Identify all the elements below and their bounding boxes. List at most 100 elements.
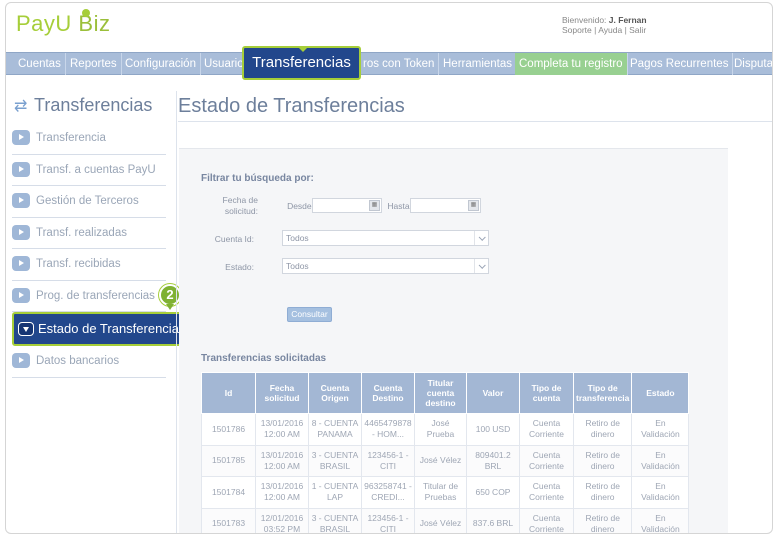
- nav-reportes[interactable]: Reportes: [66, 53, 122, 75]
- sidebar-item-datos-bancarios[interactable]: Datos bancarios: [12, 346, 166, 378]
- table-cell: En Validación: [631, 476, 690, 509]
- table-cell: José Vélez: [414, 507, 467, 533]
- play-arrow-icon: [12, 256, 30, 271]
- table-cell: Retiro de dinero: [572, 507, 633, 533]
- consultar-button[interactable]: Consultar: [287, 307, 332, 322]
- table-heading: Transferencias solicitadas: [201, 353, 327, 364]
- transfers-table: Id Fecha solicitud Cuenta Origen Cuenta …: [201, 372, 690, 533]
- app-window: PayU Biz Bienvenido: J. Fernan Soporte |…: [5, 2, 773, 534]
- estado-value: Todos: [286, 261, 309, 271]
- desde-date-input[interactable]: ▦: [312, 198, 382, 213]
- table-cell: 963258741 - CREDI...: [361, 476, 415, 509]
- table-row[interactable]: 1501785 13/01/2016 12:00 AM 3 - CUENTA BRA…: [201, 444, 690, 477]
- active-notch-icon: [297, 46, 309, 52]
- sidebar-item-label: Prog. de transferencias: [36, 289, 155, 302]
- sidebar-item-label: Transf. recibidas: [36, 258, 121, 270]
- sidebar-item-prog-transferencias[interactable]: Prog. de transferencias: [12, 281, 166, 312]
- chevron-down-icon: [18, 322, 34, 336]
- logo-dot-icon: [82, 9, 90, 17]
- table-cell: 100 USD: [466, 413, 520, 446]
- table-cell: Retiro de dinero: [572, 476, 633, 509]
- table-row[interactable]: 1501784 13/01/2016 12:00 AM 1 - CUENTA LAP…: [201, 476, 690, 509]
- table-cell: Cuenta Corriente: [519, 476, 574, 509]
- col-estado: Estado: [631, 372, 690, 414]
- link-ayuda[interactable]: Ayuda: [598, 25, 622, 35]
- table-cell: 1 - CUENTA LAP: [308, 476, 362, 509]
- table-body: 1501786 13/01/2016 12:00 AM 8 - CUENTA PAN…: [201, 413, 690, 533]
- table-cell: 12/01/2016 03:52 PM: [255, 507, 309, 533]
- table-cell: 123456-1 - CITI: [361, 444, 415, 477]
- sidebar-title: ⇄ Transferencias: [14, 95, 152, 116]
- payu-logo[interactable]: PayU Biz: [16, 9, 110, 37]
- col-valor: Valor: [466, 372, 520, 414]
- sidebar-item-label: Transf. realizadas: [36, 226, 127, 239]
- link-salir[interactable]: Salir: [629, 25, 646, 35]
- divider: [176, 91, 177, 533]
- table-row[interactable]: 1501783 12/01/2016 03:52 PM 3 - CUENTA BRA…: [201, 507, 690, 533]
- divider: [178, 121, 772, 122]
- sidebar-item-transf-realizadas[interactable]: Transf. realizadas: [12, 218, 166, 249]
- play-arrow-icon: [12, 287, 30, 303]
- estado-select[interactable]: Todos: [282, 258, 489, 274]
- table-cell: 650 COP: [466, 476, 520, 509]
- nav-disputas[interactable]: Disputa: [730, 53, 772, 75]
- fecha-label: Fecha de solicitud:: [208, 195, 258, 217]
- play-arrow-icon: [12, 353, 30, 368]
- sidebar-menu: Transferencia Transf. a cuentas PayU Ges…: [12, 123, 188, 378]
- calendar-icon[interactable]: ▦: [369, 200, 380, 211]
- sidebar-item-estado-transferencias[interactable]: Estado de Transferencias: [12, 312, 188, 346]
- table-cell: 13/01/2016 12:00 AM: [255, 413, 309, 446]
- sidebar-item-gestion-terceros[interactable]: Gestión de Terceros: [12, 186, 166, 218]
- nav-cuentas[interactable]: Cuentas: [14, 53, 66, 75]
- hasta-label: Hasta:: [387, 201, 412, 211]
- nav-configuracion[interactable]: Configuración: [121, 53, 201, 75]
- sidebar-item-transferencia[interactable]: Transferencia: [12, 123, 166, 155]
- nav-cobros-token[interactable]: ros con Token: [359, 53, 440, 75]
- sidebar-item-transf-cuentas-payu[interactable]: Transf. a cuentas PayU: [12, 155, 166, 186]
- nav-completa-registro[interactable]: Completa tu registro: [515, 53, 628, 75]
- chevron-down-icon: [474, 259, 488, 273]
- cuenta-select[interactable]: Todos: [282, 230, 489, 246]
- col-titular: Titular cuenta destino: [414, 372, 467, 414]
- table-cell: 1501785: [201, 444, 256, 477]
- link-soporte[interactable]: Soporte: [562, 25, 592, 35]
- table-header-row: Id Fecha solicitud Cuenta Origen Cuenta …: [201, 372, 690, 414]
- estado-label: Estado:: [225, 262, 254, 272]
- table-cell: 3 - CUENTA BRASIL: [308, 507, 362, 533]
- chevron-down-icon: [474, 231, 488, 245]
- sidebar-item-label: Gestión de Terceros: [36, 195, 139, 207]
- fecha-label-line2: solicitud:: [224, 206, 258, 216]
- table-cell: En Validación: [631, 507, 690, 533]
- nav-transferencias-active[interactable]: Transferencias: [242, 46, 361, 80]
- table-cell: Cuenta Corriente: [519, 507, 574, 533]
- table-row[interactable]: 1501786 13/01/2016 12:00 AM 8 - CUENTA PAN…: [201, 413, 690, 446]
- table-cell: José Prueba: [414, 413, 467, 446]
- col-tipo-transferencia: Tipo de transferencia: [572, 372, 633, 414]
- cuenta-label: Cuenta Id:: [214, 234, 254, 244]
- play-arrow-icon: [12, 193, 30, 208]
- col-cuenta-origen: Cuenta Origen: [308, 372, 362, 414]
- col-fecha: Fecha solicitud: [255, 372, 309, 414]
- table-cell: 4465479878 - HOM...: [361, 413, 415, 446]
- sidebar-item-transf-recibidas[interactable]: Transf. recibidas: [12, 249, 166, 281]
- sidebar-item-label: Datos bancarios: [36, 355, 120, 367]
- sidebar-item-label: Estado de Transferencias: [38, 321, 186, 336]
- nav-herramientas[interactable]: Herramientas: [439, 53, 518, 75]
- sidebar-item-label: Transferencia: [36, 132, 106, 144]
- step-badge: 2: [159, 284, 181, 310]
- col-id: Id: [201, 372, 256, 414]
- table-cell: Cuenta Corriente: [519, 413, 574, 446]
- user-name: J. Fernan: [608, 15, 647, 25]
- calendar-icon[interactable]: ▦: [468, 200, 479, 211]
- sidebar-title-text: Transferencias: [34, 95, 153, 115]
- hasta-date-input[interactable]: ▦: [410, 198, 481, 213]
- main-nav: Cuentas Reportes Configuración Usuario r…: [6, 52, 772, 75]
- nav-pagos-recurrentes[interactable]: Pagos Recurrentes: [626, 53, 734, 75]
- table-cell: José Vélez: [414, 444, 467, 477]
- table-cell: Titular de Pruebas: [414, 476, 467, 509]
- greeting: Bienvenido:: [562, 15, 607, 25]
- page-title: Estado de Transferencias: [178, 95, 405, 117]
- col-cuenta-destino: Cuenta Destino: [361, 372, 415, 414]
- fecha-label-line1: Fecha de: [222, 195, 258, 205]
- col-tipo-cuenta: Tipo de cuenta: [519, 372, 574, 414]
